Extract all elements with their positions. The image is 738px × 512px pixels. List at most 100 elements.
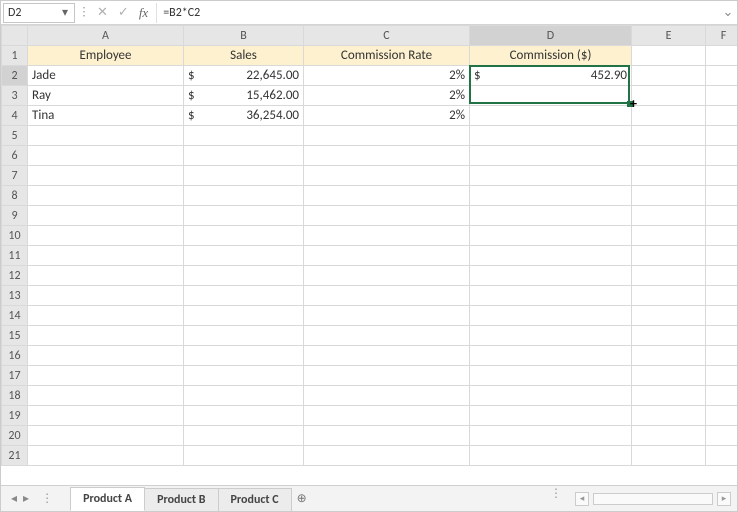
- cell-D18[interactable]: [470, 386, 632, 406]
- cell-B21[interactable]: [184, 446, 304, 466]
- col-header-A[interactable]: A: [28, 26, 184, 46]
- cell-F21[interactable]: [706, 446, 738, 466]
- cell-B6[interactable]: [184, 146, 304, 166]
- cell-C21[interactable]: [304, 446, 470, 466]
- cell-F19[interactable]: [706, 406, 738, 426]
- row-header-4[interactable]: 4: [2, 106, 28, 126]
- cell-E8[interactable]: [632, 186, 706, 206]
- cell-B14[interactable]: [184, 306, 304, 326]
- cell-E17[interactable]: [632, 366, 706, 386]
- cell-E10[interactable]: [632, 226, 706, 246]
- cell-E21[interactable]: [632, 446, 706, 466]
- cell-D8[interactable]: [470, 186, 632, 206]
- cell-D14[interactable]: [470, 306, 632, 326]
- cell-A3[interactable]: Ray: [28, 86, 184, 106]
- cell-C7[interactable]: [304, 166, 470, 186]
- cell-E7[interactable]: [632, 166, 706, 186]
- cell-F11[interactable]: [706, 246, 738, 266]
- cell-E6[interactable]: [632, 146, 706, 166]
- cell-D12[interactable]: [470, 266, 632, 286]
- formula-bar-expand-icon[interactable]: ⌄: [719, 5, 737, 20]
- sheet-tab-product-a[interactable]: Product A: [70, 487, 145, 511]
- cell-F15[interactable]: [706, 326, 738, 346]
- row-header-14[interactable]: 14: [2, 306, 28, 326]
- cell-B16[interactable]: [184, 346, 304, 366]
- grid-area[interactable]: ABCDEF 1EmployeeSalesCommission RateComm…: [1, 25, 737, 485]
- sheet-tab-product-b[interactable]: Product B: [144, 488, 218, 511]
- row-header-9[interactable]: 9: [2, 206, 28, 226]
- row-header-13[interactable]: 13: [2, 286, 28, 306]
- cell-C18[interactable]: [304, 386, 470, 406]
- cell-F3[interactable]: [706, 86, 738, 106]
- row-header-3[interactable]: 3: [2, 86, 28, 106]
- row-header-7[interactable]: 7: [2, 166, 28, 186]
- name-box[interactable]: D2 ▾: [3, 3, 75, 23]
- cell-A5[interactable]: [28, 126, 184, 146]
- cell-C5[interactable]: [304, 126, 470, 146]
- cell-D7[interactable]: [470, 166, 632, 186]
- row-header-10[interactable]: 10: [2, 226, 28, 246]
- cell-F17[interactable]: [706, 366, 738, 386]
- cell-A19[interactable]: [28, 406, 184, 426]
- cell-C1[interactable]: Commission Rate: [304, 46, 470, 66]
- cell-C4[interactable]: 2%: [304, 106, 470, 126]
- cell-E11[interactable]: [632, 246, 706, 266]
- cell-A15[interactable]: [28, 326, 184, 346]
- row-header-1[interactable]: 1: [2, 46, 28, 66]
- row-header-8[interactable]: 8: [2, 186, 28, 206]
- cell-B20[interactable]: [184, 426, 304, 446]
- cell-C9[interactable]: [304, 206, 470, 226]
- cell-E19[interactable]: [632, 406, 706, 426]
- hscroll-right-icon[interactable]: ▸: [717, 492, 731, 506]
- cell-C8[interactable]: [304, 186, 470, 206]
- cell-B8[interactable]: [184, 186, 304, 206]
- cell-F9[interactable]: [706, 206, 738, 226]
- cell-A18[interactable]: [28, 386, 184, 406]
- cell-B9[interactable]: [184, 206, 304, 226]
- cell-C20[interactable]: [304, 426, 470, 446]
- cell-D2[interactable]: $452.90: [470, 66, 632, 86]
- row-header-18[interactable]: 18: [2, 386, 28, 406]
- cell-C3[interactable]: 2%: [304, 86, 470, 106]
- cell-A8[interactable]: [28, 186, 184, 206]
- cell-F5[interactable]: [706, 126, 738, 146]
- cell-F8[interactable]: [706, 186, 738, 206]
- cell-B5[interactable]: [184, 126, 304, 146]
- cell-E4[interactable]: [632, 106, 706, 126]
- cell-F18[interactable]: [706, 386, 738, 406]
- row-header-6[interactable]: 6: [2, 146, 28, 166]
- cell-F14[interactable]: [706, 306, 738, 326]
- cell-E20[interactable]: [632, 426, 706, 446]
- cell-E9[interactable]: [632, 206, 706, 226]
- cell-A13[interactable]: [28, 286, 184, 306]
- cell-D20[interactable]: [470, 426, 632, 446]
- cell-D10[interactable]: [470, 226, 632, 246]
- col-header-D[interactable]: D: [470, 26, 632, 46]
- enter-icon[interactable]: ✓: [118, 5, 129, 20]
- cell-A6[interactable]: [28, 146, 184, 166]
- cell-B2[interactable]: $22,645.00: [184, 66, 304, 86]
- cell-A11[interactable]: [28, 246, 184, 266]
- hscroll-track[interactable]: [593, 493, 713, 505]
- cell-C12[interactable]: [304, 266, 470, 286]
- cell-B17[interactable]: [184, 366, 304, 386]
- row-header-19[interactable]: 19: [2, 406, 28, 426]
- cell-C15[interactable]: [304, 326, 470, 346]
- cell-C13[interactable]: [304, 286, 470, 306]
- col-header-E[interactable]: E: [632, 26, 706, 46]
- cell-D9[interactable]: [470, 206, 632, 226]
- cell-F6[interactable]: [706, 146, 738, 166]
- row-header-12[interactable]: 12: [2, 266, 28, 286]
- cell-C14[interactable]: [304, 306, 470, 326]
- cell-F1[interactable]: [706, 46, 738, 66]
- cell-C17[interactable]: [304, 366, 470, 386]
- cell-A7[interactable]: [28, 166, 184, 186]
- row-header-17[interactable]: 17: [2, 366, 28, 386]
- formula-input[interactable]: =B2*C2: [156, 3, 719, 23]
- row-header-2[interactable]: 2: [2, 66, 28, 86]
- cell-C6[interactable]: [304, 146, 470, 166]
- cell-D15[interactable]: [470, 326, 632, 346]
- cell-D1[interactable]: Commission ($): [470, 46, 632, 66]
- cell-A4[interactable]: Tina: [28, 106, 184, 126]
- cell-F20[interactable]: [706, 426, 738, 446]
